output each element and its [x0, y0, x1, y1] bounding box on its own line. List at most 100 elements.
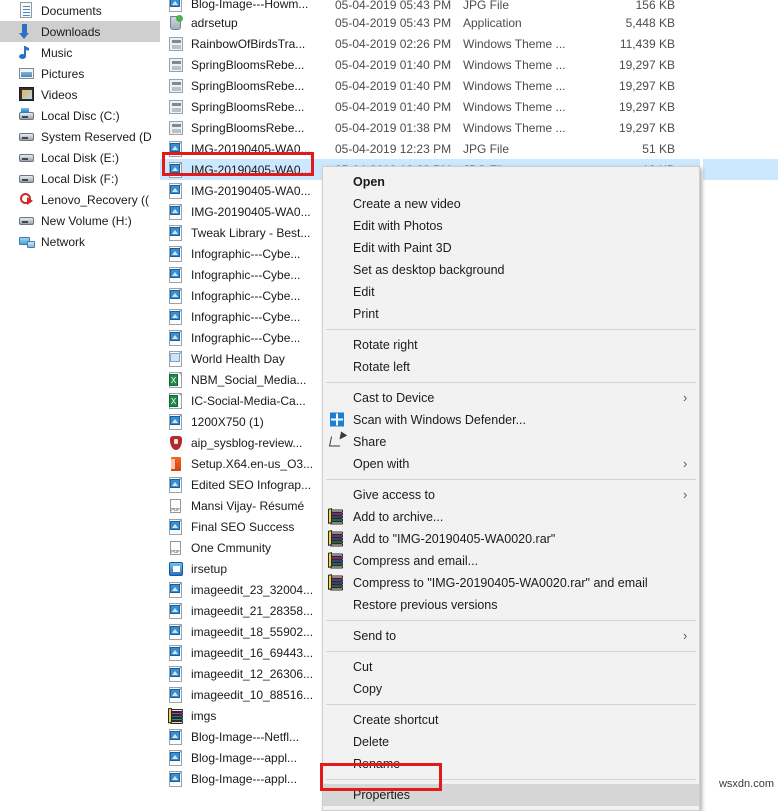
menu-item-cut[interactable]: Cut — [323, 656, 699, 678]
file-row[interactable]: SpringBloomsRebe... 05-04-2019 01:40 PM Wi… — [160, 96, 778, 117]
menu-item-give-access-to[interactable]: Give access to › — [323, 484, 699, 506]
file-type-cell: Application — [463, 15, 522, 30]
file-row[interactable]: IMG-20190405-WA0... 05-04-2019 12:23 PM JP… — [160, 138, 778, 159]
file-name-cell: Infographic---Cybe... — [160, 329, 335, 346]
file-name-cell: Tweak Library - Best... — [160, 224, 335, 241]
menu-item-edit-with-paint-3d[interactable]: Edit with Paint 3D — [323, 237, 699, 259]
file-row[interactable]: adrsetup 05-04-2019 05:43 PM Application 5,… — [160, 12, 778, 33]
sidebar-item-label: Lenovo_Recovery (( — [41, 192, 150, 207]
file-row[interactable]: RainbowOfBirdsTra... 05-04-2019 02:26 PM W… — [160, 33, 778, 54]
image-file-icon — [168, 581, 184, 598]
menu-item-compress-and-email[interactable]: Compress and email... — [323, 550, 699, 572]
sidebar-item-local-disc-c[interactable]: Local Disc (C:) — [0, 105, 160, 126]
menu-item-add-to-img-20190405-wa0020-rar[interactable]: Add to "IMG-20190405-WA0020.rar" — [323, 528, 699, 550]
menu-item-delete[interactable]: Delete — [323, 731, 699, 753]
menu-item-label: Rotate left — [353, 360, 410, 374]
menu-item-set-as-desktop-background[interactable]: Set as desktop background — [323, 259, 699, 281]
theme-file-icon — [168, 57, 184, 73]
menu-item-create-shortcut[interactable]: Create shortcut — [323, 709, 699, 731]
sidebar-item-downloads[interactable]: Downloads — [0, 21, 160, 42]
file-row[interactable]: Blog-Image---Howm... 05-04-2019 05:43 PM J… — [160, 0, 778, 12]
file-row[interactable]: SpringBloomsRebe... 05-04-2019 01:40 PM Wi… — [160, 75, 778, 96]
menu-item-properties[interactable]: Properties — [323, 784, 699, 806]
chevron-right-icon: › — [683, 628, 688, 643]
rar-icon — [328, 508, 345, 526]
menu-item-label: Add to archive... — [353, 510, 444, 524]
sidebar-item-new-volume-h[interactable]: New Volume (H:) — [0, 210, 160, 231]
drive-icon — [18, 212, 35, 229]
menu-item-label: Rotate right — [353, 338, 418, 352]
file-name-label: Tweak Library - Best... — [191, 225, 311, 240]
file-name-cell: Blog-Image---appl... — [160, 749, 335, 766]
sidebar-item-lenovo-recovery[interactable]: Lenovo_Recovery (( — [0, 189, 160, 210]
menu-item-restore-previous-versions[interactable]: Restore previous versions — [323, 594, 699, 616]
sidebar-item-music[interactable]: Music — [0, 42, 160, 63]
menu-item-label: Send to — [353, 629, 397, 643]
file-row[interactable]: SpringBloomsRebe... 05-04-2019 01:40 PM Wi… — [160, 54, 778, 75]
file-name-label: NBM_Social_Media... — [191, 372, 307, 387]
menu-separator — [326, 329, 696, 330]
sidebar-item-local-disk-f[interactable]: Local Disk (F:) — [0, 168, 160, 189]
image-file-icon — [168, 329, 184, 346]
file-context-menu[interactable]: Open Create a new video Edit with Photos Ed… — [322, 166, 700, 811]
menu-item-edit-with-photos[interactable]: Edit with Photos — [323, 215, 699, 237]
menu-item-cast-to-device[interactable]: Cast to Device › — [323, 387, 699, 409]
menu-separator — [326, 779, 696, 780]
sidebar-item-network[interactable]: Network — [0, 231, 160, 252]
menu-item-rotate-right[interactable]: Rotate right — [323, 334, 699, 356]
sidebar-item-videos[interactable]: Videos — [0, 84, 160, 105]
file-name-cell: Infographic---Cybe... — [160, 245, 335, 262]
sidebar-item-system-reserved-d[interactable]: System Reserved (D — [0, 126, 160, 147]
menu-item-compress-to-img-20190405-wa0020-rar-and-em[interactable]: Compress to "IMG-20190405-WA0020.rar" an… — [323, 572, 699, 594]
file-name-label: Infographic---Cybe... — [191, 330, 301, 345]
rar-icon — [328, 574, 345, 592]
file-name-cell: imageedit_16_69443... — [160, 644, 335, 661]
menu-item-label: Compress and email... — [353, 554, 479, 568]
file-name-label: aip_sysblog-review... — [191, 435, 303, 450]
file-name-label: Mansi Vijay- Résumé — [191, 498, 305, 513]
file-name-label: IMG-20190405-WA0... — [191, 183, 311, 198]
menu-item-rename[interactable]: Rename — [323, 753, 699, 775]
menu-item-label: Edit with Photos — [353, 219, 443, 233]
sidebar-item-label: New Volume (H:) — [41, 213, 132, 228]
file-type-cell: JPG File — [463, 141, 510, 156]
menu-item-send-to[interactable]: Send to › — [323, 625, 699, 647]
menu-item-open-with[interactable]: Open with › — [323, 453, 699, 475]
menu-separator — [326, 651, 696, 652]
menu-item-edit[interactable]: Edit — [323, 281, 699, 303]
file-size-cell: 19,297 KB — [618, 78, 675, 93]
sidebar-item-pictures[interactable]: Pictures — [0, 63, 160, 84]
sidebar-item-documents[interactable]: Documents — [0, 0, 160, 21]
menu-item-scan-with-windows-defender[interactable]: Scan with Windows Defender... — [323, 409, 699, 431]
menu-item-copy[interactable]: Copy — [323, 678, 699, 700]
file-name-cell: imgs — [160, 707, 335, 724]
file-name-cell: One Cmmunity — [160, 540, 335, 556]
menu-item-create-a-new-video[interactable]: Create a new video — [323, 193, 699, 215]
file-name-label: SpringBloomsRebe... — [191, 99, 305, 114]
image-file-icon — [168, 665, 184, 682]
menu-item-print[interactable]: Print — [323, 303, 699, 325]
chevron-right-icon: › — [683, 487, 688, 502]
file-name-label: imageedit_16_69443... — [191, 645, 314, 660]
image-file-icon — [168, 728, 184, 745]
sidebar-item-label: System Reserved (D — [41, 129, 152, 144]
file-size-cell: 156 KB — [635, 0, 675, 12]
menu-item-share[interactable]: Share — [323, 431, 699, 453]
sidebar-item-local-disk-e[interactable]: Local Disk (E:) — [0, 147, 160, 168]
watermark: wsxdn.com — [718, 778, 774, 790]
file-name-cell: 1200X750 (1) — [160, 413, 335, 430]
theme-file-icon — [168, 36, 184, 52]
file-date-cell: 05-04-2019 12:23 PM — [335, 141, 452, 156]
sidebar-item-label: Pictures — [41, 66, 85, 81]
recovery-icon — [18, 191, 35, 208]
file-name-cell: Blog-Image---appl... — [160, 770, 335, 787]
file-name-label: SpringBloomsRebe... — [191, 78, 305, 93]
menu-item-rotate-left[interactable]: Rotate left — [323, 356, 699, 378]
file-row[interactable]: SpringBloomsRebe... 05-04-2019 01:38 PM Wi… — [160, 117, 778, 138]
navigation-pane[interactable]: Documents Downloads Music Pictures Videos Loc… — [0, 0, 160, 793]
sidebar-item-label: Local Disc (C:) — [41, 108, 120, 123]
file-name-label: Final SEO Success — [191, 519, 295, 534]
menu-item-add-to-archive[interactable]: Add to archive... — [323, 506, 699, 528]
menu-item-open[interactable]: Open — [323, 171, 699, 193]
chevron-right-icon: › — [683, 390, 688, 405]
